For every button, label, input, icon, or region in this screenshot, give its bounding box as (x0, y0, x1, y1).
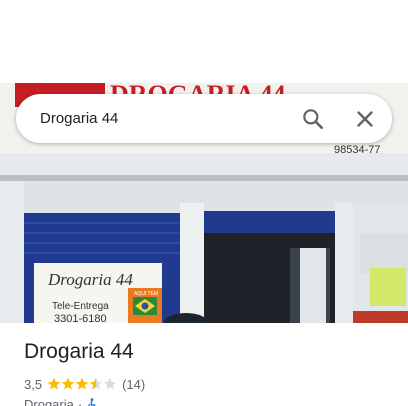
star-icon (89, 377, 103, 390)
wheelchair-icon (88, 397, 97, 406)
banner-name-text: Drogaria 44 (47, 270, 133, 289)
star-icon (61, 377, 75, 390)
clear-search-button[interactable] (352, 106, 378, 132)
badge-text: AQUI TEM (134, 291, 158, 297)
separator-dot: · (77, 396, 83, 406)
search-input[interactable]: Drogaria 44 (40, 94, 280, 143)
banner-service-text: Tele-Entrega (52, 301, 109, 312)
search-bar[interactable]: Drogaria 44 (16, 94, 392, 143)
place-title: Drogaria 44 (24, 340, 134, 363)
close-icon (357, 111, 373, 127)
banner-phone-text: 3301-6180 (54, 313, 107, 323)
star-icon (75, 377, 89, 390)
star-icon (103, 377, 117, 390)
review-count[interactable]: (14) (122, 377, 145, 392)
search-button[interactable] (300, 106, 326, 132)
category-row: Drogaria · (24, 396, 98, 406)
rating-row[interactable]: 3,5 (14) (24, 375, 145, 393)
search-icon (303, 109, 323, 129)
rating-stars (47, 377, 117, 391)
star-icon (47, 377, 61, 390)
place-category: Drogaria (24, 396, 74, 406)
rating-value: 3,5 (24, 376, 43, 392)
